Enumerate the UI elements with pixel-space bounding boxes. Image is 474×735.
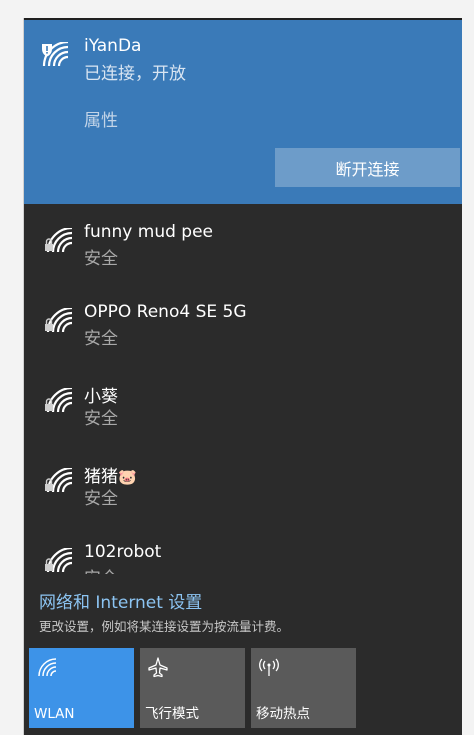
network-security: 安全 (84, 489, 118, 509)
wifi-secure-icon (42, 548, 76, 574)
network-security: 安全 (84, 564, 118, 574)
wifi-icon (36, 656, 58, 678)
network-item[interactable]: 小葵 安全 (24, 364, 462, 444)
tile-label: 移动热点 (256, 706, 310, 722)
disconnect-button[interactable]: 断开连接 (275, 148, 460, 187)
wifi-secure-icon (42, 468, 76, 494)
wifi-secure-icon (42, 308, 76, 334)
hotspot-icon (258, 656, 280, 678)
network-item[interactable]: 102robot 安全 (24, 524, 462, 574)
tile-label: 飞行模式 (145, 706, 199, 722)
connected-network-name: iYanDa (84, 36, 142, 56)
mobile-hotspot-tile[interactable]: 移动热点 (251, 648, 356, 728)
network-settings-description: 更改设置，例如将某连接设置为按流量计费。 (39, 619, 290, 634)
network-item[interactable]: 猪猪🐷 安全 (24, 444, 462, 524)
airplane-mode-tile[interactable]: 飞行模式 (140, 648, 245, 728)
network-settings-link[interactable]: 网络和 Internet 设置 (39, 588, 202, 613)
properties-link[interactable]: 属性 (84, 106, 118, 131)
connected-network-item[interactable]: iYanDa 已连接，开放 属性 断开连接 (24, 20, 462, 204)
network-name: funny mud pee (84, 222, 214, 242)
wifi-secure-icon (42, 388, 76, 414)
network-security: 安全 (84, 329, 118, 349)
pig-emoji: 🐷 (118, 468, 137, 486)
wifi-warning-icon (38, 42, 72, 68)
network-name: 102robot (84, 542, 162, 562)
airplane-icon (147, 656, 169, 678)
network-flyout: iYanDa 已连接，开放 属性 断开连接 funny mud pee 安全 O… (24, 18, 462, 735)
network-list[interactable]: funny mud pee 安全 OPPO Reno4 SE 5G 安全 小葵 … (24, 204, 462, 574)
wifi-secure-icon (42, 228, 76, 254)
network-item[interactable]: funny mud pee 安全 (24, 204, 462, 284)
network-name: OPPO Reno4 SE 5G (84, 302, 247, 322)
network-security: 安全 (84, 249, 118, 269)
network-security: 安全 (84, 409, 118, 429)
wlan-toggle-tile[interactable]: WLAN (29, 648, 134, 728)
connected-network-status: 已连接，开放 (84, 64, 186, 84)
tile-label: WLAN (34, 706, 75, 722)
network-item[interactable]: OPPO Reno4 SE 5G 安全 (24, 284, 462, 364)
